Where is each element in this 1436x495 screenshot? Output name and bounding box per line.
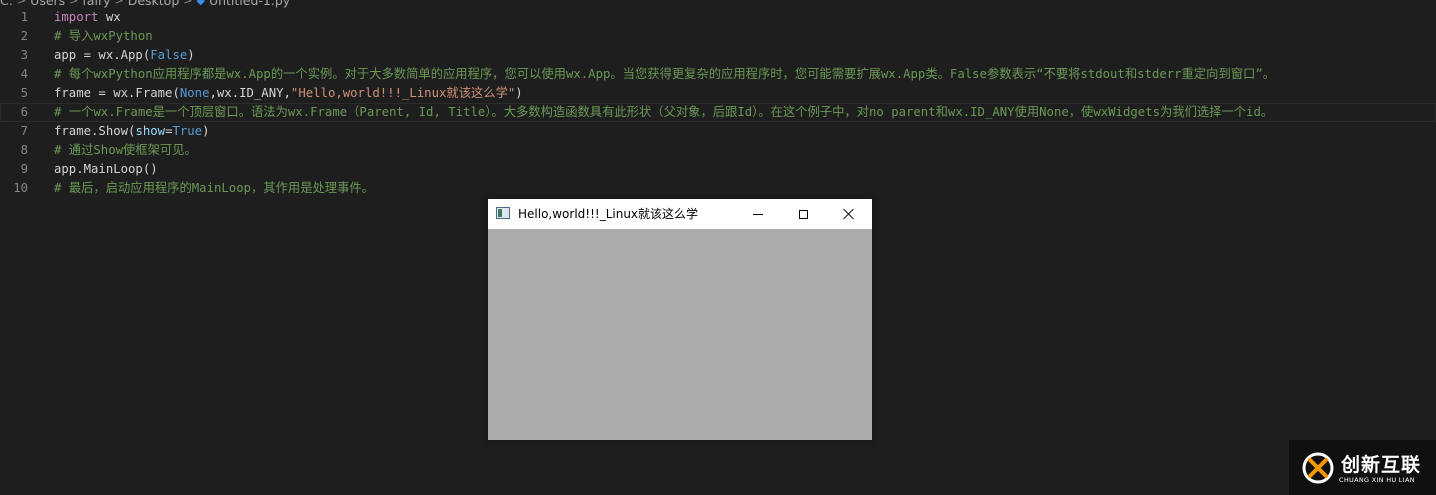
line-number: 2 <box>20 29 28 43</box>
breadcrumb: C: > Users > fairy > Desktop > ◆ Untitled-1.py <box>0 0 290 8</box>
code-token: # 一个wx.Frame是一个顶层窗口。语法为wx.Frame（Parent, … <box>54 105 1274 119</box>
code-token: ) <box>187 48 195 62</box>
code-text[interactable]: # 每个wxPython应用程序都是wx.App的一个实例。对于大多数简单的应用… <box>54 65 1275 84</box>
brand-logo-icon <box>1302 452 1334 484</box>
minimize-icon <box>753 213 763 215</box>
code-token: wx <box>98 10 121 24</box>
line-number: 5 <box>20 86 28 100</box>
code-token: True <box>172 124 203 138</box>
code-line[interactable]: 9 app.MainLoop() <box>0 160 1436 179</box>
code-token: frame = wx.Frame( <box>54 86 180 100</box>
breadcrumb-separator: > <box>16 0 27 7</box>
code-line[interactable]: 1 import wx <box>0 8 1436 27</box>
code-token: False <box>150 48 188 62</box>
breadcrumb-item[interactable]: Users <box>30 0 65 8</box>
line-number: 3 <box>20 48 28 62</box>
code-text[interactable]: # 通过Show使框架可见。 <box>54 141 197 160</box>
code-text[interactable]: frame = wx.Frame(None,wx.ID_ANY,"Hello,w… <box>54 84 523 103</box>
code-text[interactable]: app = wx.App(False) <box>54 46 195 65</box>
code-text[interactable]: # 导入wxPython <box>54 27 153 46</box>
code-line[interactable]: 10 # 最后，启动应用程序的MainLoop，其作用是处理事件。 <box>0 179 1436 198</box>
line-number: 6 <box>20 105 28 119</box>
code-token: # 每个wxPython应用程序都是wx.App的一个实例。对于大多数简单的应用… <box>54 67 1276 81</box>
code-text[interactable]: # 一个wx.Frame是一个顶层窗口。语法为wx.Frame（Parent, … <box>54 103 1273 122</box>
breadcrumb-item[interactable]: Desktop <box>128 0 180 8</box>
minimize-button[interactable] <box>735 199 781 229</box>
breadcrumb-separator: > <box>183 0 193 7</box>
code-line[interactable]: 2 # 导入wxPython <box>0 27 1436 46</box>
code-line[interactable]: 6 # 一个wx.Frame是一个顶层窗口。语法为wx.Frame（Parent,… <box>0 103 1436 122</box>
maximize-icon <box>798 209 808 219</box>
code-token: # 最后，启动应用程序的MainLoop，其作用是处理事件。 <box>54 181 374 195</box>
code-line[interactable]: 4 # 每个wxPython应用程序都是wx.App的一个实例。对于大多数简单的应… <box>0 65 1436 84</box>
code-text[interactable]: import wx <box>54 8 121 27</box>
watermark-logo: 创新互联 CHUANG XIN HU LIAN <box>1289 440 1436 495</box>
maximize-button[interactable] <box>780 199 826 229</box>
watermark-brand: 创新互联 <box>1341 454 1422 476</box>
window-app-icon <box>496 207 510 219</box>
code-editor[interactable]: 1 import wx 2 # 导入wxPython 3 app = wx.App(Fal… <box>0 8 1436 198</box>
wx-frame-window[interactable]: Hello,world!!!_Linux就该这么学 <box>488 199 872 440</box>
code-line[interactable]: 5 frame = wx.Frame(None,wx.ID_ANY,"Hello,… <box>0 84 1436 103</box>
line-number: 1 <box>20 10 28 24</box>
line-number: 10 <box>13 181 28 195</box>
code-line[interactable]: 3 app = wx.App(False) <box>0 46 1436 65</box>
code-token: ,wx.ID_ANY, <box>209 86 291 100</box>
breadcrumb-item[interactable]: Untitled-1.py <box>209 0 290 8</box>
line-number: 9 <box>20 162 28 176</box>
code-text[interactable]: frame.Show(show=True) <box>54 122 210 141</box>
code-token: ) <box>202 124 210 138</box>
code-text[interactable]: app.MainLoop() <box>54 160 158 179</box>
python-file-icon: ◆ <box>196 0 205 7</box>
breadcrumb-separator: > <box>69 0 79 7</box>
window-titlebar[interactable]: Hello,world!!!_Linux就该这么学 <box>488 199 872 229</box>
code-token: None <box>179 86 210 100</box>
code-token: # 通过Show使框架可见。 <box>54 143 197 157</box>
breadcrumb-item[interactable]: fairy <box>82 0 110 8</box>
line-number: 7 <box>20 124 28 138</box>
code-token: app = wx.App( <box>54 48 151 62</box>
close-button[interactable] <box>826 199 872 229</box>
code-line[interactable]: 7 frame.Show(show=True) <box>0 122 1436 141</box>
line-number: 4 <box>20 67 28 81</box>
code-token: "Hello,world!!!_Linux就该这么学" <box>290 86 516 100</box>
code-text[interactable]: # 最后，启动应用程序的MainLoop，其作用是处理事件。 <box>54 179 374 198</box>
breadcrumb-item[interactable]: C: <box>0 0 13 8</box>
code-token: app.MainLoop() <box>54 162 158 176</box>
watermark-subtitle: CHUANG XIN HU LIAN <box>1339 476 1415 484</box>
code-token: import <box>54 10 99 24</box>
code-line[interactable]: 8 # 通过Show使框架可见。 <box>0 141 1436 160</box>
code-token: frame.Show( <box>54 124 136 138</box>
window-title: Hello,world!!!_Linux就该这么学 <box>518 207 699 221</box>
code-token: ) <box>515 86 523 100</box>
code-token: # 导入wxPython <box>54 29 153 43</box>
line-number: 8 <box>20 143 28 157</box>
code-token: show <box>135 124 166 138</box>
close-icon <box>843 208 855 220</box>
breadcrumb-separator: > <box>114 0 124 7</box>
